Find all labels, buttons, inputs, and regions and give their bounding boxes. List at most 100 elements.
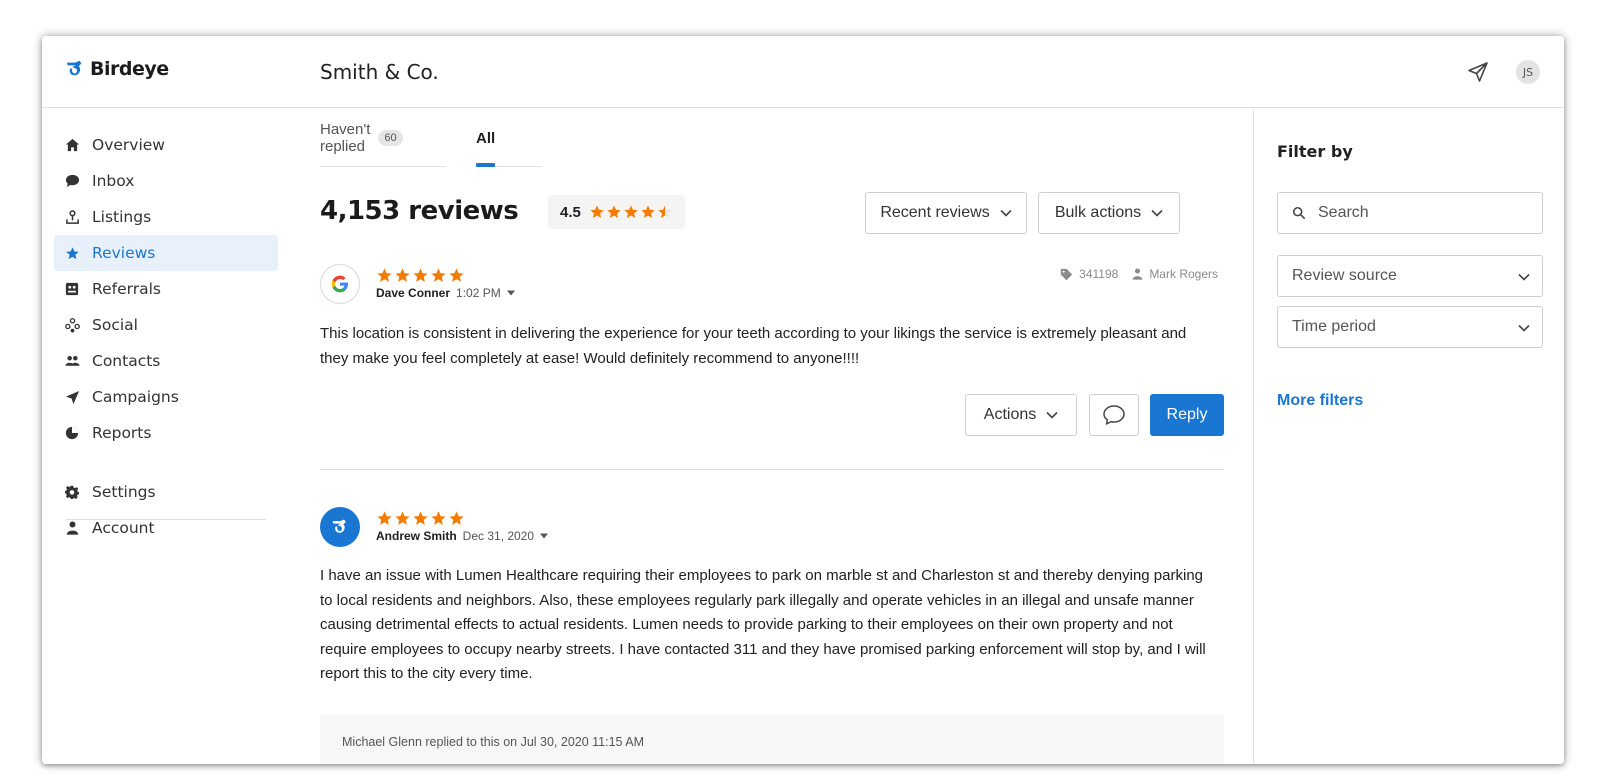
sidebar-item-contacts[interactable]: Contacts <box>54 343 278 379</box>
review-text: I have an issue with Lumen Healthcare re… <box>320 567 1206 682</box>
chevron-down-icon <box>1046 411 1058 419</box>
sidebar-item-inbox[interactable]: Inbox <box>54 163 278 199</box>
search-placeholder: Search <box>1318 204 1369 221</box>
star-icon <box>395 511 410 525</box>
review-meta: Dave Conner 1:02 PM <box>376 286 515 300</box>
review-card: Andrew Smith Dec 31, 2020 I have an issu… <box>320 507 1224 764</box>
google-source-icon <box>320 264 360 304</box>
review-count-title: 4,153 reviews <box>320 196 519 226</box>
review-author: Dave Conner <box>376 286 451 300</box>
tag-icon <box>1060 268 1073 280</box>
pin-icon <box>64 209 80 225</box>
star-icon <box>377 511 392 525</box>
sidebar-item-reviews[interactable]: Reviews <box>54 235 278 271</box>
sidebar-item-settings[interactable]: Settings <box>54 474 278 510</box>
bulk-actions-dropdown[interactable]: Bulk actions <box>1038 192 1180 234</box>
review-source-dropdown[interactable]: Review source <box>1277 255 1543 297</box>
home-icon <box>64 137 80 153</box>
campaign-icon <box>64 389 80 405</box>
star-icon <box>395 268 410 282</box>
search-icon <box>1292 206 1306 220</box>
star-icon <box>590 205 604 218</box>
sidebar-item-campaigns[interactable]: Campaigns <box>54 379 278 415</box>
star-icon <box>431 268 446 282</box>
sidebar-item-reports[interactable]: Reports <box>54 415 278 451</box>
star-icon <box>449 511 464 525</box>
sidebar-item-overview[interactable]: Overview <box>54 127 278 163</box>
sidebar-item-label: Contacts <box>92 352 161 370</box>
search-input[interactable]: Search <box>1277 192 1543 234</box>
assignee-name: Mark Rogers <box>1149 267 1218 281</box>
sidebar-item-label: Account <box>92 519 155 537</box>
chevron-down-icon <box>1000 209 1012 217</box>
review-divider <box>320 469 1224 470</box>
count-badge: 60 <box>378 130 403 146</box>
review-source-label: Review source <box>1292 267 1397 284</box>
sidebar-item-label: Social <box>92 316 138 334</box>
review-text: This location is consistent in deliverin… <box>320 325 1187 367</box>
average-rating: 4.5 <box>548 195 685 229</box>
star-icon <box>449 268 464 282</box>
star-icon <box>413 268 428 282</box>
caret-down-icon[interactable] <box>540 533 549 539</box>
tab-label: Haven't replied <box>320 121 371 155</box>
reports-icon <box>64 425 80 441</box>
gear-icon <box>64 484 80 500</box>
reply-button[interactable]: Reply <box>1150 394 1224 436</box>
sidebar-item-label: Reports <box>92 424 152 442</box>
time-period-dropdown[interactable]: Time period <box>1277 306 1543 348</box>
ticket-id: 341198 <box>1079 267 1119 281</box>
sidebar-item-label: Reviews <box>92 244 156 262</box>
star-icon <box>431 511 446 525</box>
review-stars <box>376 510 465 527</box>
star-icon <box>624 205 638 218</box>
tab-active-indicator <box>476 163 495 167</box>
sidebar-item-referrals[interactable]: Referrals <box>54 271 278 307</box>
review-author: Andrew Smith <box>376 529 457 543</box>
actions-dropdown[interactable]: Actions <box>965 394 1077 436</box>
chevron-down-icon <box>1518 273 1530 281</box>
sort-dropdown[interactable]: Recent reviews <box>865 192 1027 234</box>
review-meta: Andrew Smith Dec 31, 2020 <box>376 529 549 543</box>
actions-dropdown-label: Actions <box>983 406 1037 423</box>
sidebar-item-listings[interactable]: Listings <box>54 199 278 235</box>
business-name: Smith & Co. <box>320 60 439 84</box>
comment-icon <box>1103 405 1125 425</box>
reviews-main: Haven't replied 60 All 4,153 reviews 4.5… <box>287 109 1253 764</box>
sidebar-item-label: Referrals <box>92 280 161 298</box>
sidebar-item-label: Listings <box>92 208 152 226</box>
birdeye-logo-icon <box>66 60 82 76</box>
tab-underline <box>320 166 446 167</box>
tab-label: All <box>476 129 496 147</box>
average-rating-stars <box>589 204 673 220</box>
review-card: Dave Conner 1:02 PM 341198 Mark Rogers T… <box>320 264 1224 494</box>
sidebar-item-social[interactable]: Social <box>54 307 278 343</box>
sidebar: Overview Inbox Listings Reviews Referral… <box>42 109 286 764</box>
contacts-icon <box>64 353 80 369</box>
sort-dropdown-label: Recent reviews <box>880 204 990 221</box>
comment-button[interactable] <box>1089 394 1139 436</box>
star-icon <box>658 205 672 218</box>
avatar[interactable]: JS <box>1516 60 1540 84</box>
caret-down-icon[interactable] <box>506 290 515 296</box>
birdeye-source-icon <box>320 507 360 547</box>
sidebar-item-account[interactable]: Account <box>54 510 278 546</box>
person-icon <box>1132 268 1143 280</box>
brand-logo[interactable]: Birdeye <box>64 58 169 80</box>
brand-name: Birdeye <box>90 58 169 80</box>
filter-panel: Filter by Search Review source Time peri… <box>1253 109 1564 764</box>
review-time: 1:02 PM <box>456 286 501 300</box>
sidebar-item-label: Overview <box>92 136 165 154</box>
reply-box: Michael Glenn replied to this on Jul 30,… <box>320 715 1224 764</box>
chevron-down-icon <box>1518 324 1530 332</box>
time-period-label: Time period <box>1292 318 1376 335</box>
tab-all[interactable]: All <box>476 109 495 167</box>
sidebar-item-label: Settings <box>92 483 156 501</box>
sidebar-item-label: Campaigns <box>92 388 179 406</box>
send-icon[interactable] <box>1466 60 1490 84</box>
star-icon <box>607 205 621 218</box>
tab-havent-replied[interactable]: Haven't replied 60 <box>320 109 403 167</box>
more-filters-link[interactable]: More filters <box>1277 392 1363 410</box>
review-tag-meta: 341198 Mark Rogers <box>1060 267 1218 281</box>
review-stars <box>376 267 465 284</box>
